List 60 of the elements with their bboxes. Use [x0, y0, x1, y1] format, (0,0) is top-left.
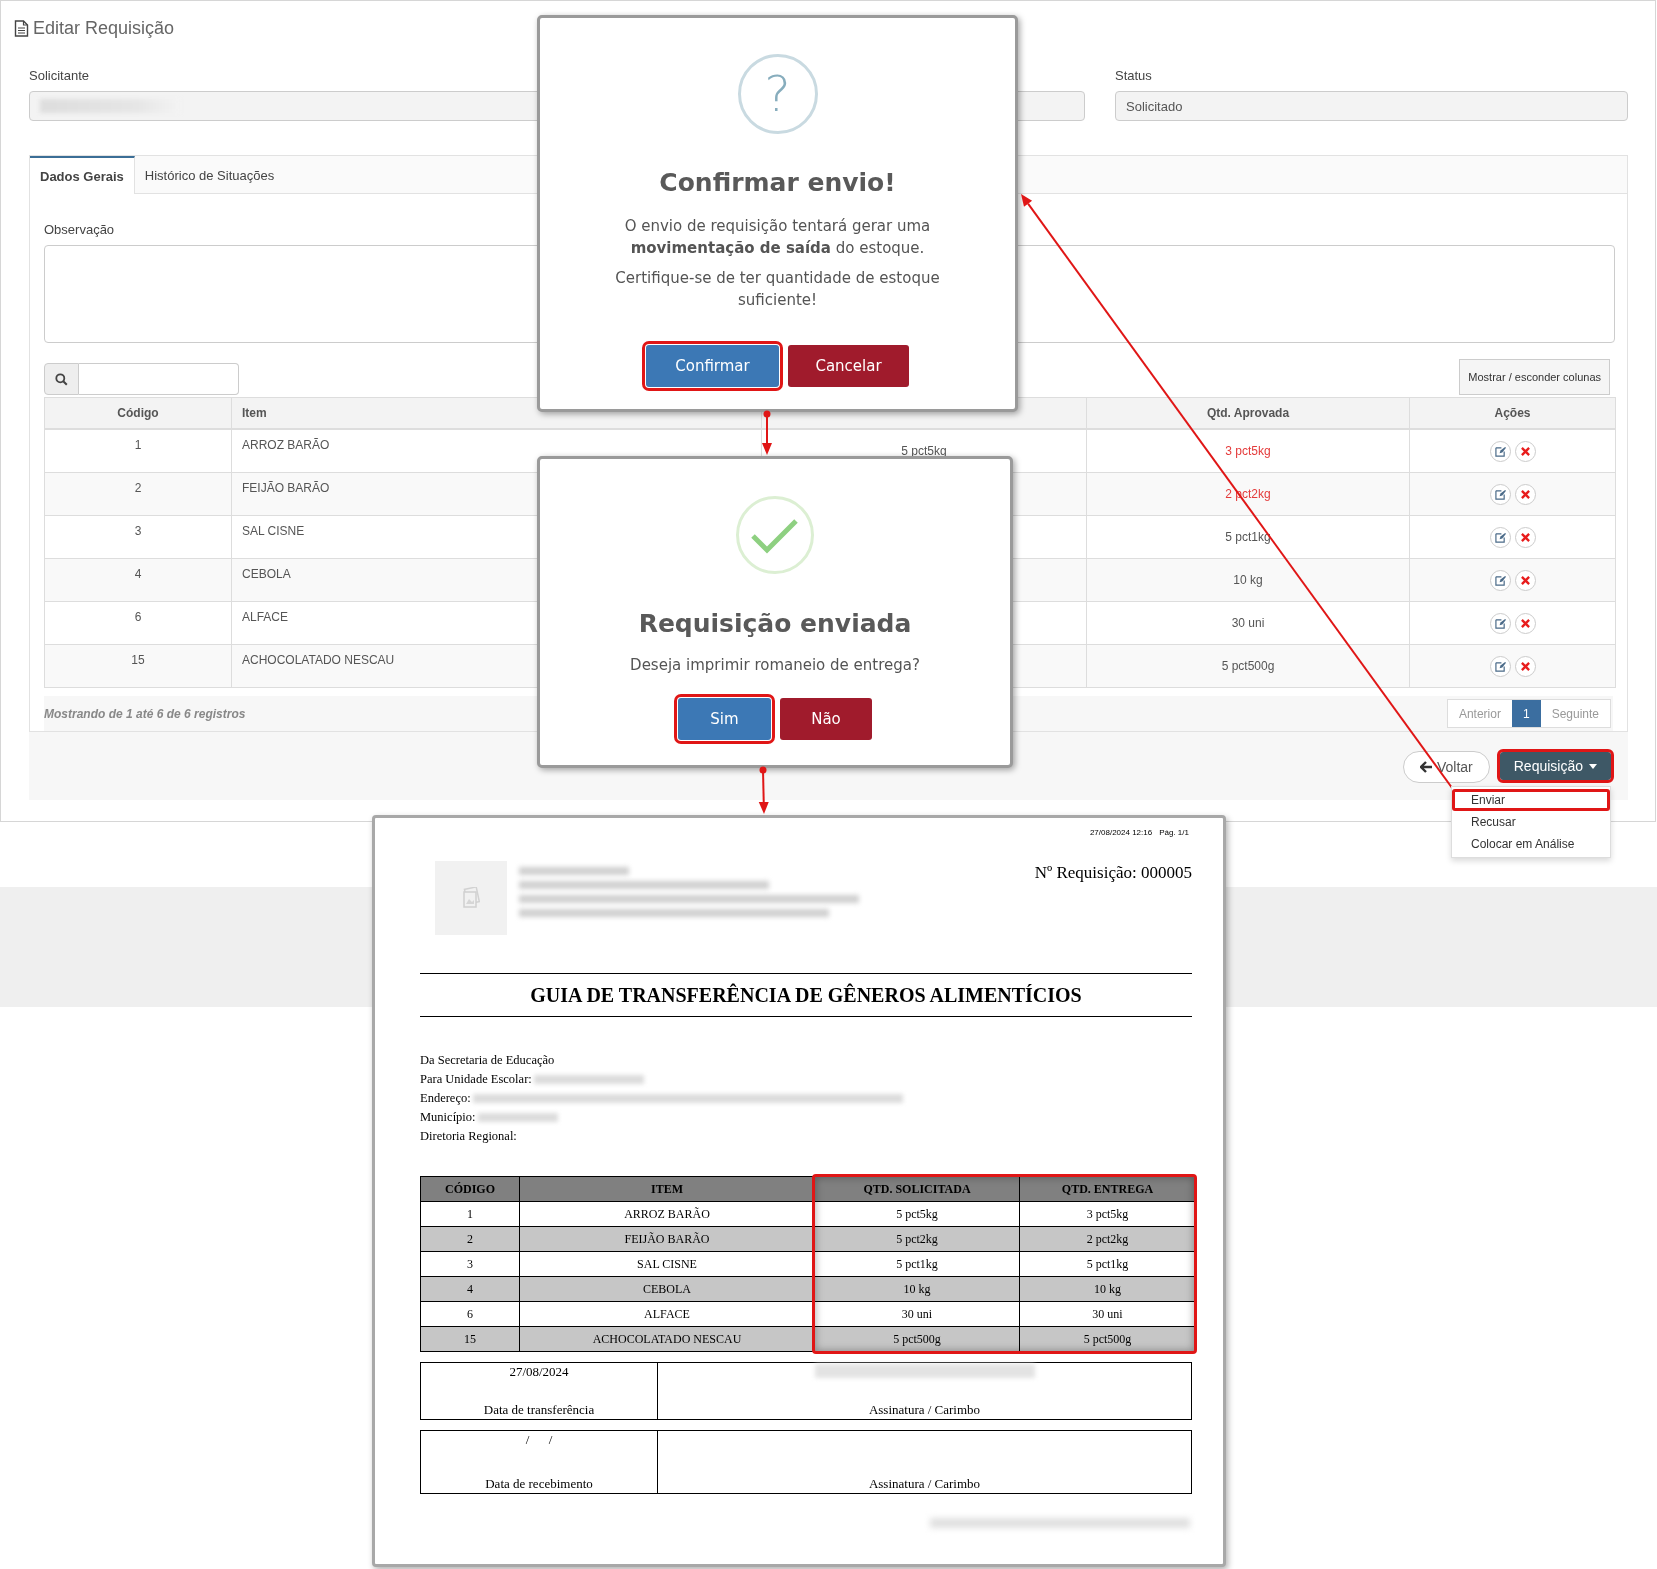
table-cell: 4 — [420, 1276, 520, 1302]
field-label: Solicitante — [29, 68, 89, 83]
page-title: Editar Requisição — [33, 18, 175, 39]
table-cell: 6 — [44, 601, 232, 645]
table-cell: 6 — [420, 1301, 520, 1327]
table-cell: 3 pct5kg — [1225, 444, 1271, 458]
column-header: QTD. SOLICITADA — [814, 1176, 1020, 1202]
column-header: CÓDIGO — [420, 1176, 520, 1202]
table-cell: 10 kg — [814, 1276, 1020, 1302]
table-cell: 5 pct5kg — [814, 1201, 1020, 1227]
table-cell: 30 uni — [814, 1301, 1020, 1327]
signature-label: Assinatura / Carimbo — [868, 1476, 981, 1492]
date-text: / / — [525, 1432, 553, 1448]
table-cell: 5 pct1kg — [814, 1251, 1020, 1277]
date-label: Data de transferência — [483, 1402, 595, 1418]
info-label: Diretoria Regional: — [420, 1128, 517, 1145]
table-cell: 1 — [420, 1201, 520, 1227]
date-text: 27/08/2024 — [509, 1364, 569, 1380]
print-timestamp: 27/08/2024 12:16 — [1089, 828, 1153, 837]
date-label: Data de recebimento — [485, 1476, 593, 1492]
page-number: Pág. 1/1 — [1159, 828, 1189, 837]
table-cell: FEIJÃO BARÃO — [519, 1226, 815, 1252]
table-cell: 2 — [420, 1226, 520, 1252]
request-number: Nº Requisição: 000005 — [1034, 862, 1192, 884]
dialog-message: Certifique-se de ter quantidade de estoque suficiente! — [614, 268, 941, 311]
signature-label: Assinatura / Carimbo — [868, 1402, 981, 1418]
table-cell: 1 — [44, 429, 232, 473]
table-cell: 10 kg — [1233, 573, 1263, 587]
column-header: QTD. ENTREGA — [1019, 1176, 1196, 1202]
table-cell: 5 pct500g — [1221, 659, 1275, 673]
table-cell: 15 — [44, 644, 232, 688]
info-label: Município: — [420, 1109, 476, 1126]
column-header: ITEM — [519, 1176, 815, 1202]
info-label: Da Secretaria de Educação — [420, 1052, 555, 1069]
table-cell: 5 pct500g — [1019, 1326, 1196, 1352]
table-cell: 2 — [44, 472, 232, 516]
table-cell: 5 pct2kg — [814, 1226, 1020, 1252]
table-cell: 15 — [420, 1326, 520, 1352]
info-label: Para Unidade Escolar: — [420, 1071, 532, 1088]
field-label: Observação — [44, 222, 115, 237]
table-cell: 3 — [420, 1251, 520, 1277]
table-cell: 3 — [44, 515, 232, 559]
records-summary: Mostrando de 1 até 6 de 6 registros — [44, 706, 246, 721]
column-header: Código — [44, 397, 232, 429]
table-cell: 5 pct500g — [814, 1326, 1020, 1352]
table-cell: CEBOLA — [519, 1276, 815, 1302]
table-cell: ACHOCOLATADO NESCAU — [519, 1326, 815, 1352]
field-label: Status — [1115, 68, 1152, 83]
table-cell: 30 uni — [1231, 616, 1265, 630]
question-icon: ? — [737, 54, 818, 134]
column-header: Ações — [1409, 397, 1616, 429]
info-label: Endereço: — [420, 1090, 471, 1107]
table-cell: 4 — [44, 558, 232, 602]
table-cell: 2 pct2kg — [1019, 1226, 1196, 1252]
document-title: GUIA DE TRANSFERÊNCIA DE GÊNEROS ALIMENTÍCIOS — [420, 974, 1192, 1017]
dialog-message: O envio de requisição tentará gerar uma movimentação de saída do estoque. — [623, 216, 932, 259]
table-cell: 10 kg — [1019, 1276, 1196, 1302]
table-cell: 5 pct1kg — [1225, 530, 1271, 544]
column-header: Qtd. Aprovada — [1086, 397, 1410, 429]
dialog-title: Confirmar envio! — [658, 168, 897, 197]
